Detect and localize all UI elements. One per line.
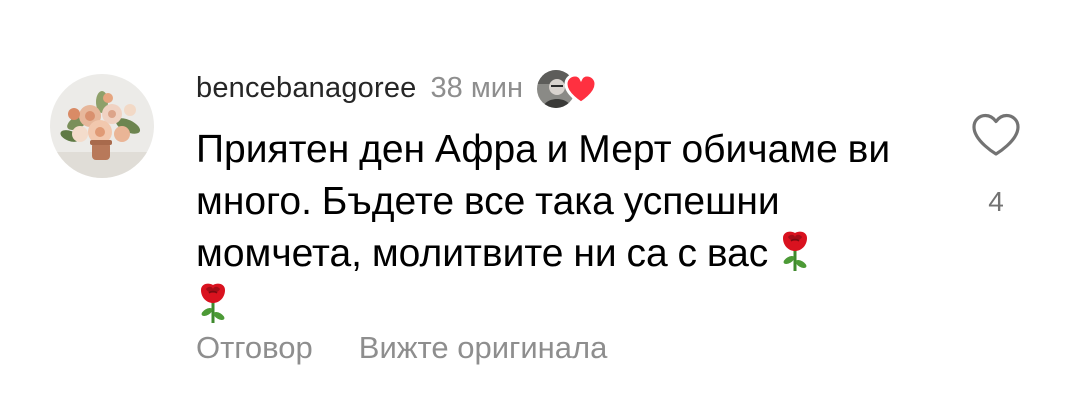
comment-like-area: 4: [966, 112, 1026, 218]
like-count: 4: [988, 186, 1004, 217]
comment-actions: Отговор Вижте оригинала: [196, 330, 607, 366]
comment-header: bencebanagoree 38 мин: [196, 66, 601, 110]
rose-emoji: [196, 280, 230, 324]
reply-button[interactable]: Отговор: [196, 330, 313, 366]
rose-emoji: [778, 228, 812, 272]
comment-timestamp: 38 мин: [430, 71, 523, 104]
user-avatar[interactable]: [50, 74, 154, 178]
comment-username[interactable]: bencebanagoree: [196, 72, 417, 105]
like-heart-icon[interactable]: [970, 112, 1022, 158]
heart-icon: [563, 73, 599, 105]
see-original-button[interactable]: Вижте оригинала: [359, 330, 608, 366]
comment-text-block: Приятен ден Афра и Мерт обичаме ви много…: [196, 124, 916, 332]
liked-by-author-badge: [536, 66, 601, 110]
